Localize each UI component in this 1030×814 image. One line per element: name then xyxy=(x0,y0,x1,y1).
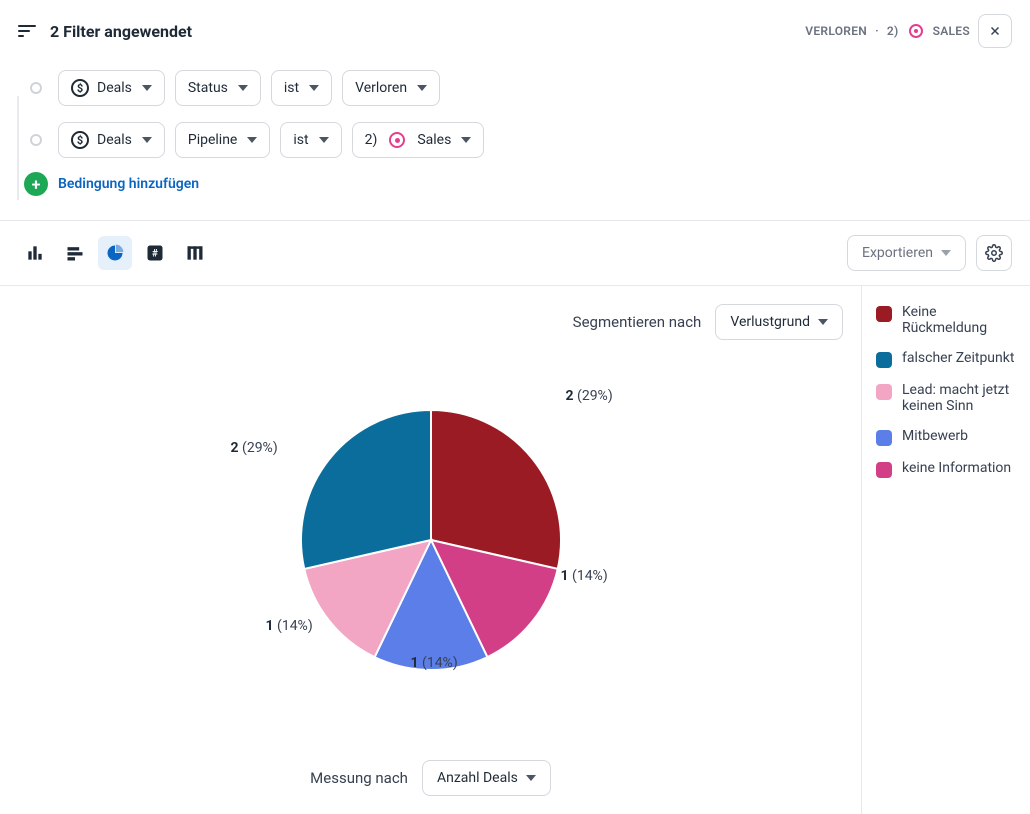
add-condition-button[interactable]: + xyxy=(24,172,48,196)
chevron-down-icon xyxy=(247,137,257,143)
slice-label-3: 1 (14%) xyxy=(411,655,458,671)
target-icon xyxy=(389,132,405,148)
chevron-down-icon xyxy=(818,319,828,325)
condition-row-2: $ Deals Pipeline ist 2) Sales xyxy=(18,114,1012,166)
main-area: Segmentieren nach Verlustgrund 2 (29%) 2… xyxy=(0,286,1030,814)
filter-icon xyxy=(18,20,40,42)
legend-label: Lead: macht jetzt keinen Sinn xyxy=(902,382,1016,414)
breadcrumb-num: 2) xyxy=(887,24,899,38)
legend-item-0[interactable]: Keine Rückmeldung xyxy=(876,304,1016,336)
pie-chart: 2 (29%) 2 (29%) 1 (14%) 1 (14%) 1 (14%) xyxy=(18,350,843,730)
legend-swatch xyxy=(876,306,892,322)
value-label: Verloren xyxy=(355,80,407,96)
add-condition-row: + Bedingung hinzufügen xyxy=(18,166,1012,204)
op-label: ist xyxy=(293,132,308,148)
entity-chip[interactable]: $ Deals xyxy=(58,70,165,106)
filter-title: 2 Filter angewendet xyxy=(50,22,192,41)
chevron-down-icon xyxy=(238,85,248,91)
slice-label-0: 2 (29%) xyxy=(566,388,613,404)
slice-label-1: 2 (29%) xyxy=(231,440,278,456)
breadcrumb-left: VERLOREN xyxy=(805,24,867,38)
chevron-down-icon xyxy=(309,85,319,91)
segment-row: Segmentieren nach Verlustgrund xyxy=(18,304,843,340)
dollar-icon: $ xyxy=(71,79,89,97)
measure-value: Anzahl Deals xyxy=(437,770,518,786)
toolbar-right: Exportieren xyxy=(847,235,1012,271)
legend-swatch xyxy=(876,352,892,368)
op-label: ist xyxy=(284,80,299,96)
legend-item-3[interactable]: Mitbewerb xyxy=(876,428,1016,446)
target-icon xyxy=(909,24,923,38)
entity-chip[interactable]: $ Deals xyxy=(58,122,165,158)
slice-label-4: 1 (14%) xyxy=(561,568,608,584)
condition-node xyxy=(30,134,42,146)
field-chip[interactable]: Status xyxy=(175,70,261,106)
breadcrumb: VERLOREN · 2) SALES xyxy=(805,14,1012,48)
chevron-down-icon xyxy=(319,137,329,143)
legend-label: falscher Zeitpunkt xyxy=(902,350,1014,366)
value-prefix: 2) xyxy=(365,132,378,148)
add-condition-link[interactable]: Bedingung hinzufügen xyxy=(58,176,199,192)
field-label: Pipeline xyxy=(188,132,238,148)
legend-swatch xyxy=(876,462,892,478)
chevron-down-icon xyxy=(142,137,152,143)
field-label: Status xyxy=(188,80,228,96)
export-label: Exportieren xyxy=(862,245,933,261)
dollar-icon: $ xyxy=(71,131,89,149)
entity-label: Deals xyxy=(97,132,132,148)
view-type-group: # xyxy=(18,236,212,270)
legend-panel: Keine Rückmeldung falscher Zeitpunkt Lea… xyxy=(862,286,1030,814)
segment-value: Verlustgrund xyxy=(730,314,810,330)
segment-label: Segmentieren nach xyxy=(573,313,702,331)
value-label: Sales xyxy=(417,132,451,148)
legend-label: Mitbewerb xyxy=(902,428,968,444)
breadcrumb-sep: · xyxy=(875,24,879,38)
condition-row-1: $ Deals Status ist Verloren xyxy=(18,62,1012,114)
close-button[interactable] xyxy=(978,14,1012,48)
measure-row: Messung nach Anzahl Deals xyxy=(18,760,843,796)
svg-text:#: # xyxy=(152,248,158,259)
legend-label: Keine Rückmeldung xyxy=(902,304,1016,336)
entity-label: Deals xyxy=(97,80,132,96)
measure-label: Messung nach xyxy=(310,769,408,787)
chevron-down-icon xyxy=(526,775,536,781)
view-hbar[interactable] xyxy=(58,236,92,270)
chart-panel: Segmentieren nach Verlustgrund 2 (29%) 2… xyxy=(0,286,862,814)
view-number[interactable]: # xyxy=(138,236,172,270)
field-chip[interactable]: Pipeline xyxy=(175,122,271,158)
measure-select[interactable]: Anzahl Deals xyxy=(422,760,551,796)
view-pie[interactable] xyxy=(98,236,132,270)
pie-svg xyxy=(296,405,566,675)
chevron-down-icon xyxy=(417,85,427,91)
chevron-down-icon xyxy=(142,85,152,91)
op-chip[interactable]: ist xyxy=(271,70,332,106)
legend-label: keine Information xyxy=(902,460,1011,476)
settings-button[interactable] xyxy=(976,235,1012,271)
segment-select[interactable]: Verlustgrund xyxy=(715,304,843,340)
value-chip[interactable]: Verloren xyxy=(342,70,440,106)
filter-header: 2 Filter angewendet VERLOREN · 2) SALES xyxy=(0,0,1030,62)
op-chip[interactable]: ist xyxy=(280,122,341,158)
export-button[interactable]: Exportieren xyxy=(847,235,966,271)
legend-swatch xyxy=(876,384,892,400)
value-chip[interactable]: 2) Sales xyxy=(352,122,485,158)
slice-label-2: 1 (14%) xyxy=(266,618,313,634)
breadcrumb-right: SALES xyxy=(933,24,970,38)
legend-swatch xyxy=(876,430,892,446)
filter-conditions: $ Deals Status ist Verloren $ Deals Pipe… xyxy=(0,62,1030,214)
chevron-down-icon xyxy=(941,250,951,256)
condition-node xyxy=(30,82,42,94)
chart-toolbar: # Exportieren xyxy=(0,221,1030,286)
chevron-down-icon xyxy=(461,137,471,143)
legend-item-1[interactable]: falscher Zeitpunkt xyxy=(876,350,1016,368)
legend-item-4[interactable]: keine Information xyxy=(876,460,1016,478)
view-bar[interactable] xyxy=(18,236,52,270)
view-table[interactable] xyxy=(178,236,212,270)
legend-item-2[interactable]: Lead: macht jetzt keinen Sinn xyxy=(876,382,1016,414)
